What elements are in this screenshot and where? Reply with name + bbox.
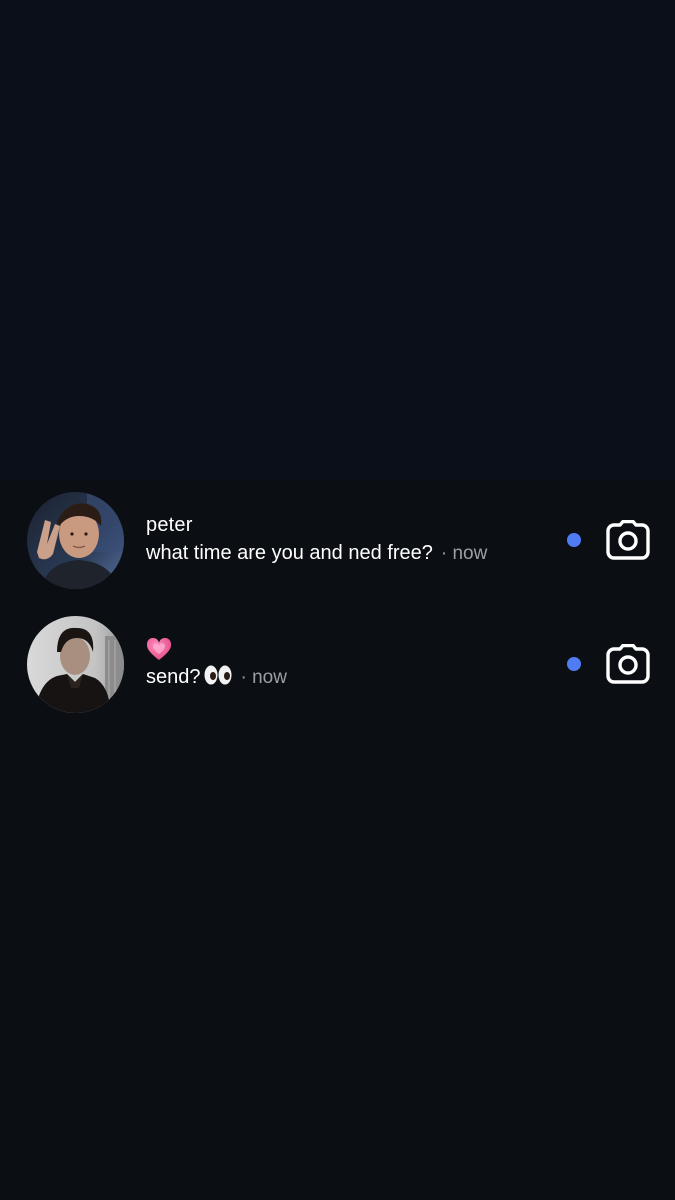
empty-top-area	[0, 0, 675, 480]
thread-name: peter	[146, 514, 193, 536]
camera-button[interactable]	[606, 643, 650, 684]
heart-icon	[146, 637, 172, 660]
camera-icon	[606, 643, 650, 684]
thread-message: what time are you and ned free? · now	[146, 540, 546, 567]
avatar[interactable]	[27, 616, 124, 713]
thread-row-peter[interactable]: peter what time are you and ned free? · n…	[0, 480, 675, 604]
thread-text: send? · now	[146, 636, 546, 691]
camera-icon	[606, 519, 650, 560]
message-text: what time are you and ned free?	[146, 542, 433, 564]
camera-button[interactable]	[606, 519, 650, 560]
thread-name	[146, 636, 546, 662]
message-time: · now	[240, 667, 287, 688]
thread-text: peter what time are you and ned free? · n…	[146, 512, 546, 567]
avatar-photo	[27, 616, 124, 713]
thread-message: send? · now	[146, 664, 546, 691]
thread-row-heart[interactable]: send? · now	[0, 604, 675, 728]
thread-list: peter what time are you and ned free? · n…	[0, 480, 675, 728]
message-text: send?	[146, 666, 201, 688]
avatar[interactable]	[27, 492, 124, 589]
avatar-photo	[27, 492, 124, 589]
eyes-icon	[204, 665, 231, 685]
unread-dot	[567, 657, 581, 671]
message-time: · now	[440, 543, 488, 564]
unread-dot	[567, 533, 581, 547]
